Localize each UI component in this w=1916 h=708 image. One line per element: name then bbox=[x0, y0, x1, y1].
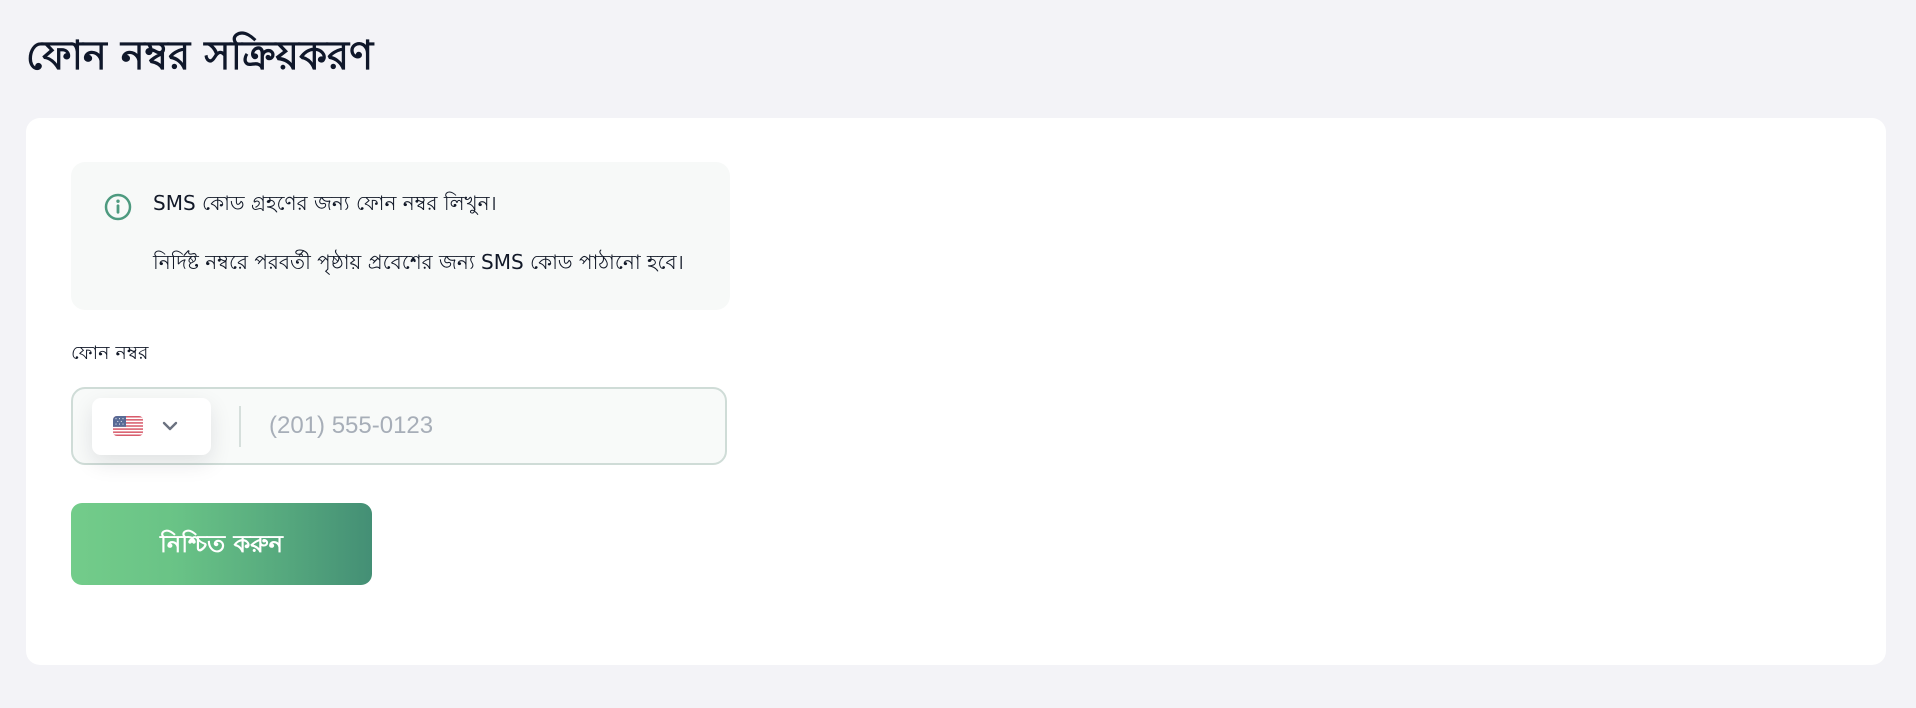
phone-field-divider bbox=[239, 406, 241, 447]
info-box: SMS কোড গ্রহণের জন্য ফোন নম্বর লিখুন। নি… bbox=[71, 162, 730, 310]
info-text-sms-sent: নির্দিষ্ট নম্বরে পরবর্তী পৃষ্ঠায় প্রবেশ… bbox=[153, 250, 684, 274]
info-text-enter-number: SMS কোড গ্রহণের জন্য ফোন নম্বর লিখুন। bbox=[153, 191, 497, 215]
phone-number-label: ফোন নম্বর bbox=[71, 342, 149, 364]
phone-number-field bbox=[71, 387, 727, 465]
us-flag-icon bbox=[113, 416, 143, 436]
page-title: ফোন নম্বর সক্রিয়করণ bbox=[26, 33, 374, 79]
country-code-selector[interactable] bbox=[92, 398, 211, 455]
activation-card: SMS কোড গ্রহণের জন্য ফোন নম্বর লিখুন। নি… bbox=[26, 118, 1886, 665]
confirm-button[interactable]: নিশ্চিত করুন bbox=[71, 503, 372, 585]
phone-number-input[interactable] bbox=[257, 399, 709, 453]
info-circle-icon bbox=[104, 193, 132, 221]
chevron-down-icon bbox=[162, 421, 178, 431]
